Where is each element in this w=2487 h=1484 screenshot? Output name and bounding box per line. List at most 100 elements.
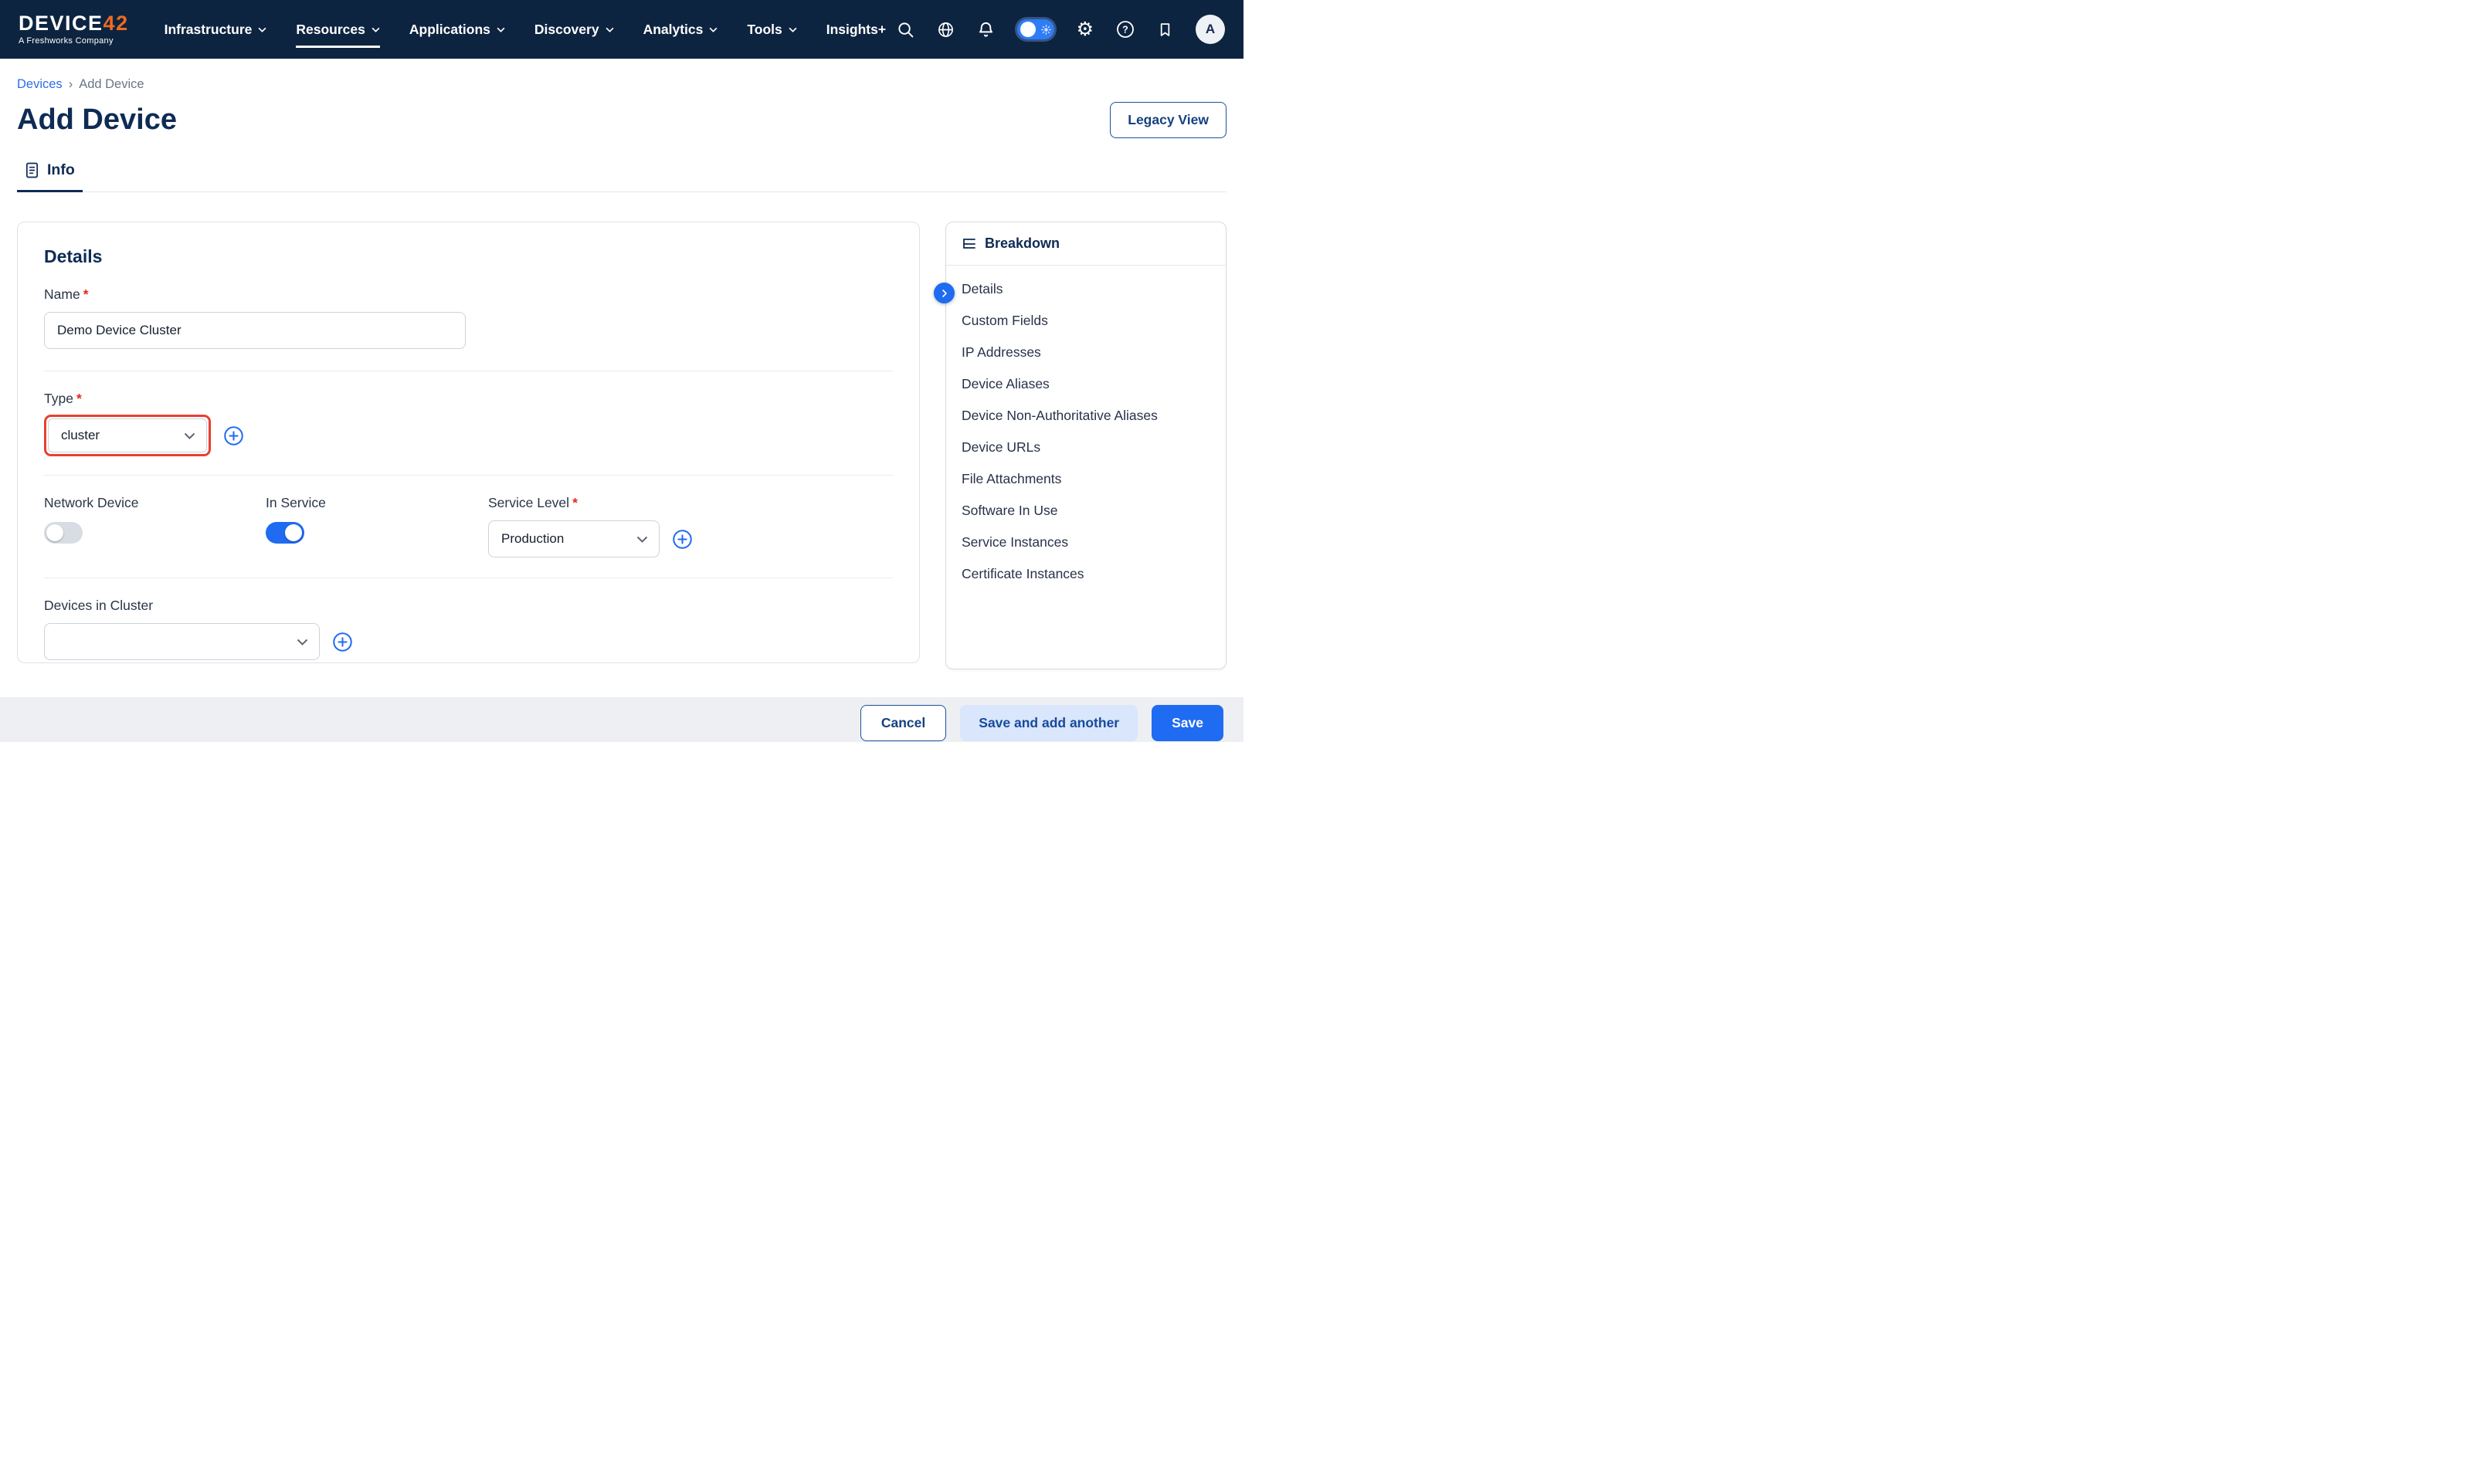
theme-toggle[interactable] <box>1017 19 1054 39</box>
required-asterisk: * <box>83 286 89 302</box>
nav-item-tools[interactable]: Tools <box>747 22 796 38</box>
nav-item-insights[interactable]: Insights+ <box>826 22 886 38</box>
breakdown-panel: Breakdown Details Custom Fields IP Addre… <box>945 222 1227 669</box>
breakdown-item-custom-fields[interactable]: Custom Fields <box>946 305 1226 337</box>
notifications-bell-icon[interactable] <box>977 21 995 39</box>
chevron-down-icon <box>184 432 195 439</box>
navbar-actions: ⚙ ? A <box>897 15 1225 44</box>
breakdown-item-device-urls[interactable]: Device URLs <box>946 432 1226 463</box>
devices-in-cluster-label: Devices in Cluster <box>44 597 893 614</box>
divider <box>44 475 893 476</box>
top-navbar: DEVICE42 A Freshworks Company Infrastruc… <box>0 0 1244 59</box>
help-icon[interactable]: ? <box>1116 20 1135 39</box>
chevron-down-icon <box>709 27 718 32</box>
nav-item-analytics[interactable]: Analytics <box>643 22 718 38</box>
breadcrumb-devices-link[interactable]: Devices <box>17 77 63 92</box>
in-service-toggle[interactable] <box>266 522 304 544</box>
nav-label: Insights+ <box>826 22 886 38</box>
nav-label: Tools <box>747 22 782 38</box>
nav-item-discovery[interactable]: Discovery <box>534 22 614 38</box>
settings-gear-icon[interactable]: ⚙ <box>1077 20 1094 39</box>
user-avatar[interactable]: A <box>1196 15 1225 44</box>
add-type-button[interactable] <box>223 425 244 446</box>
breadcrumb-current: Add Device <box>79 77 144 92</box>
tab-bar: Info <box>17 161 1227 192</box>
search-icon[interactable] <box>897 21 914 39</box>
footer-action-bar: Cancel Save and add another Save <box>0 697 1244 742</box>
breakdown-item-device-non-authoritative-aliases[interactable]: Device Non-Authoritative Aliases <box>946 400 1226 432</box>
breakdown-item-file-attachments[interactable]: File Attachments <box>946 463 1226 495</box>
cancel-button[interactable]: Cancel <box>860 705 946 741</box>
logo-text: DEVICE42 <box>19 13 129 34</box>
breakdown-item-device-aliases[interactable]: Device Aliases <box>946 368 1226 400</box>
chevron-down-icon <box>258 27 266 32</box>
network-device-toggle[interactable] <box>44 522 83 544</box>
service-level-label: Service Level* <box>488 494 693 511</box>
chevron-down-icon <box>372 27 380 32</box>
details-card: Details Name* Type* cluster Network Devi… <box>17 222 920 663</box>
breakdown-title: Breakdown <box>985 235 1060 252</box>
device42-logo[interactable]: DEVICE42 A Freshworks Company <box>19 13 129 46</box>
chevron-right-icon <box>940 289 949 298</box>
nav-item-infrastructure[interactable]: Infrastructure <box>165 22 267 38</box>
chevron-down-icon <box>789 27 797 32</box>
service-level-select[interactable]: Production <box>488 520 660 557</box>
breakdown-list-icon <box>962 237 977 251</box>
in-service-label: In Service <box>266 494 488 511</box>
chevron-down-icon <box>606 27 614 32</box>
name-label: Name* <box>44 286 893 303</box>
nav-item-applications[interactable]: Applications <box>409 22 505 38</box>
title-row: Add Device Legacy View <box>17 100 1227 140</box>
save-button[interactable]: Save <box>1152 705 1223 741</box>
legacy-view-button[interactable]: Legacy View <box>1110 102 1227 138</box>
nav-label: Infrastructure <box>165 22 253 38</box>
nav-label: Applications <box>409 22 490 38</box>
breakdown-item-ip-addresses[interactable]: IP Addresses <box>946 337 1226 368</box>
collapse-panel-button[interactable] <box>934 283 955 303</box>
breadcrumb: Devices › Add Device <box>17 77 1227 92</box>
globe-icon[interactable] <box>937 21 955 39</box>
breakdown-item-software-in-use[interactable]: Software In Use <box>946 495 1226 527</box>
main-content: Details Name* Type* cluster Network Devi… <box>17 222 1227 669</box>
bookmark-icon[interactable] <box>1157 21 1173 39</box>
required-asterisk: * <box>76 391 82 406</box>
type-label: Type* <box>44 390 893 407</box>
chevron-down-icon <box>297 639 308 645</box>
type-highlight-box: cluster <box>44 415 211 456</box>
add-service-level-button[interactable] <box>672 529 693 550</box>
tab-info[interactable]: Info <box>17 161 83 192</box>
save-and-add-another-button[interactable]: Save and add another <box>960 705 1138 741</box>
chevron-down-icon <box>497 27 505 32</box>
add-device-page: DEVICE42 A Freshworks Company Infrastruc… <box>0 0 1244 742</box>
toggle-knob <box>46 524 63 541</box>
breakdown-item-details[interactable]: Details <box>946 273 1226 305</box>
svg-text:?: ? <box>1122 25 1128 36</box>
devices-in-cluster-select[interactable] <box>44 623 320 660</box>
breakdown-list: Details Custom Fields IP Addresses Devic… <box>946 266 1226 598</box>
details-section-title: Details <box>44 246 893 267</box>
name-input[interactable] <box>44 312 466 349</box>
page-title: Add Device <box>17 100 177 140</box>
breakdown-item-certificate-instances[interactable]: Certificate Instances <box>946 558 1226 590</box>
type-select-value: cluster <box>61 428 100 443</box>
network-device-label: Network Device <box>44 494 266 511</box>
nav-item-resources[interactable]: Resources <box>296 22 380 38</box>
breakdown-header: Breakdown <box>946 222 1226 266</box>
nav-label: Discovery <box>534 22 599 38</box>
nav-label: Analytics <box>643 22 704 38</box>
service-level-value: Production <box>501 531 564 547</box>
toggle-knob <box>285 524 302 541</box>
document-icon <box>25 162 39 178</box>
main-nav: Infrastructure Resources Applications Di… <box>165 0 886 59</box>
required-asterisk: * <box>572 495 578 510</box>
toggle-knob <box>1020 22 1036 37</box>
breakdown-item-service-instances[interactable]: Service Instances <box>946 527 1226 558</box>
logo-accent: 42 <box>103 12 129 35</box>
chevron-down-icon <box>636 536 648 543</box>
breadcrumb-separator: › <box>69 77 73 92</box>
sun-icon <box>1041 25 1051 35</box>
add-device-to-cluster-button[interactable] <box>332 632 353 652</box>
tab-info-label: Info <box>47 161 75 179</box>
logo-tagline: A Freshworks Company <box>19 37 129 46</box>
type-select[interactable]: cluster <box>48 418 207 452</box>
